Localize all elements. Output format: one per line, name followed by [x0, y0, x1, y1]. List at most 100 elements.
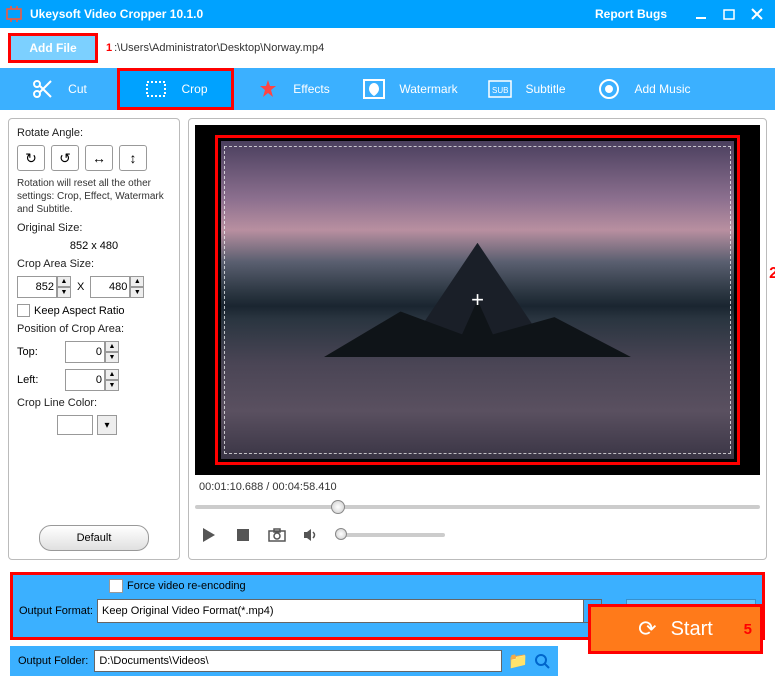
left-up[interactable]: ▲	[105, 369, 119, 380]
force-reencode-row: Force video re-encoding	[109, 579, 756, 593]
x-separator: X	[77, 281, 84, 293]
force-reencode-label: Force video re-encoding	[127, 580, 246, 592]
force-reencode-checkbox[interactable]	[109, 579, 123, 593]
svg-text:SUB: SUB	[492, 86, 508, 95]
keep-aspect-row: Keep Aspect Ratio	[17, 304, 171, 317]
start-button[interactable]: ⟳ Start 5	[591, 607, 760, 651]
annotation-1: 1	[106, 42, 112, 54]
start-label: Start	[671, 618, 713, 641]
crop-width-up[interactable]: ▲	[57, 276, 71, 287]
output-format-value: Keep Original Video Format(*.mp4)	[98, 605, 583, 617]
tab-cut-label: Cut	[68, 82, 87, 96]
crop-icon	[143, 76, 169, 102]
rotate-ccw-button[interactable]: ↺	[51, 145, 79, 171]
crop-width-spinner[interactable]: ▲▼	[17, 276, 71, 298]
annotation-5: 5	[744, 621, 752, 638]
minimize-button[interactable]	[687, 4, 715, 24]
tab-addmusic-label: Add Music	[634, 82, 690, 96]
tab-cut[interactable]: Cut	[0, 68, 117, 110]
effects-icon	[255, 76, 281, 102]
app-logo-icon	[4, 4, 24, 24]
tab-subtitle-label: Subtitle	[525, 82, 565, 96]
output-folder-label: Output Folder:	[18, 655, 88, 667]
seek-track	[195, 505, 760, 509]
volume-icon[interactable]	[301, 525, 321, 545]
main-area: Rotate Angle: ↻ ↺ ↔ ↕ Rotation will rese…	[0, 110, 775, 568]
maximize-button[interactable]	[715, 4, 743, 24]
tab-subtitle[interactable]: SUB Subtitle	[468, 68, 585, 110]
app-title: Ukeysoft Video Cropper 10.1.0	[30, 7, 595, 21]
rotate-note: Rotation will reset all the other settin…	[17, 177, 171, 216]
top-up[interactable]: ▲	[105, 341, 119, 352]
color-dropdown-button[interactable]: ▾	[97, 415, 117, 435]
tab-bar: Cut Crop Effects Watermark SUB Subtitle …	[0, 68, 775, 110]
add-file-button[interactable]: Add File	[8, 33, 98, 63]
volume-thumb[interactable]	[335, 528, 347, 540]
rotate-cw-button[interactable]: ↻	[17, 145, 45, 171]
time-display: 00:01:10.688 / 00:04:58.410	[195, 481, 760, 493]
crop-frame-annotation: +	[215, 135, 740, 465]
player-controls	[195, 525, 760, 545]
top-input[interactable]	[65, 341, 105, 363]
left-input[interactable]	[65, 369, 105, 391]
flip-horizontal-button[interactable]: ↔	[85, 145, 113, 171]
tab-addmusic[interactable]: Add Music	[585, 68, 702, 110]
play-button[interactable]	[199, 525, 219, 545]
keep-aspect-label: Keep Aspect Ratio	[34, 305, 125, 317]
output-format-label: Output Format:	[19, 605, 93, 617]
default-button[interactable]: Default	[39, 525, 149, 551]
color-picker: ▾	[57, 415, 171, 435]
subtitle-icon: SUB	[487, 76, 513, 102]
start-button-wrap: ⟳ Start 5	[588, 604, 763, 654]
top-down[interactable]: ▼	[105, 352, 119, 363]
flip-vertical-button[interactable]: ↕	[119, 145, 147, 171]
browse-folder-icon[interactable]: 📁	[508, 651, 528, 671]
preview-panel: + 2 00:01:10.688 / 00:04:58.410	[188, 118, 767, 560]
close-button[interactable]	[743, 4, 771, 24]
crop-height-down[interactable]: ▼	[130, 287, 144, 298]
report-bugs-link[interactable]: Report Bugs	[595, 7, 667, 21]
crop-height-up[interactable]: ▲	[130, 276, 144, 287]
top-spinner[interactable]: ▲▼	[65, 341, 119, 363]
original-size-value: 852 x 480	[17, 240, 171, 252]
seek-thumb[interactable]	[331, 500, 345, 514]
tab-watermark[interactable]: Watermark	[351, 68, 468, 110]
titlebar: Ukeysoft Video Cropper 10.1.0 Report Bug…	[0, 0, 775, 28]
left-spinner[interactable]: ▲▼	[65, 369, 119, 391]
crop-width-down[interactable]: ▼	[57, 287, 71, 298]
tab-crop[interactable]: Crop	[117, 68, 234, 110]
crop-height-spinner[interactable]: ▲▼	[90, 276, 144, 298]
position-label: Position of Crop Area:	[17, 323, 171, 335]
output-folder-input[interactable]: D:\Documents\Videos\	[94, 650, 502, 672]
original-size-label: Original Size:	[17, 222, 171, 234]
crop-dimensions: ▲▼ X ▲▼	[17, 276, 171, 298]
left-down[interactable]: ▼	[105, 380, 119, 391]
bottom-area: Force video re-encoding Output Format: K…	[0, 568, 775, 686]
seek-slider[interactable]	[195, 497, 760, 517]
addfile-row: Add File 1 :\Users\Administrator\Desktop…	[0, 28, 775, 68]
output-folder-row: Output Folder: D:\Documents\Videos\ 📁	[10, 646, 558, 676]
top-label: Top:	[17, 346, 47, 358]
left-label: Left:	[17, 374, 47, 386]
file-path: 1 :\Users\Administrator\Desktop\Norway.m…	[106, 42, 324, 54]
color-swatch[interactable]	[57, 415, 93, 435]
tab-crop-label: Crop	[181, 82, 207, 96]
crop-area-label: Crop Area Size:	[17, 258, 171, 270]
stop-button[interactable]	[233, 525, 253, 545]
tab-effects[interactable]: Effects	[234, 68, 351, 110]
crop-width-input[interactable]	[17, 276, 57, 298]
snapshot-button[interactable]	[267, 525, 287, 545]
output-format-select[interactable]: Keep Original Video Format(*.mp4) ▲	[97, 599, 602, 623]
annotation-2: 2	[769, 265, 775, 283]
crop-line-color-label: Crop Line Color:	[17, 397, 171, 409]
tab-effects-label: Effects	[293, 82, 329, 96]
video-preview[interactable]: + 2	[195, 125, 760, 475]
crop-settings-panel: Rotate Angle: ↻ ↺ ↔ ↕ Rotation will rese…	[8, 118, 180, 560]
crop-height-input[interactable]	[90, 276, 130, 298]
file-path-text: :\Users\Administrator\Desktop\Norway.mp4	[114, 42, 324, 54]
open-folder-icon[interactable]	[534, 653, 550, 669]
keep-aspect-checkbox[interactable]	[17, 304, 30, 317]
volume-slider[interactable]	[335, 533, 445, 537]
app-window: Ukeysoft Video Cropper 10.1.0 Report Bug…	[0, 0, 775, 686]
crosshair-icon: +	[471, 287, 484, 313]
